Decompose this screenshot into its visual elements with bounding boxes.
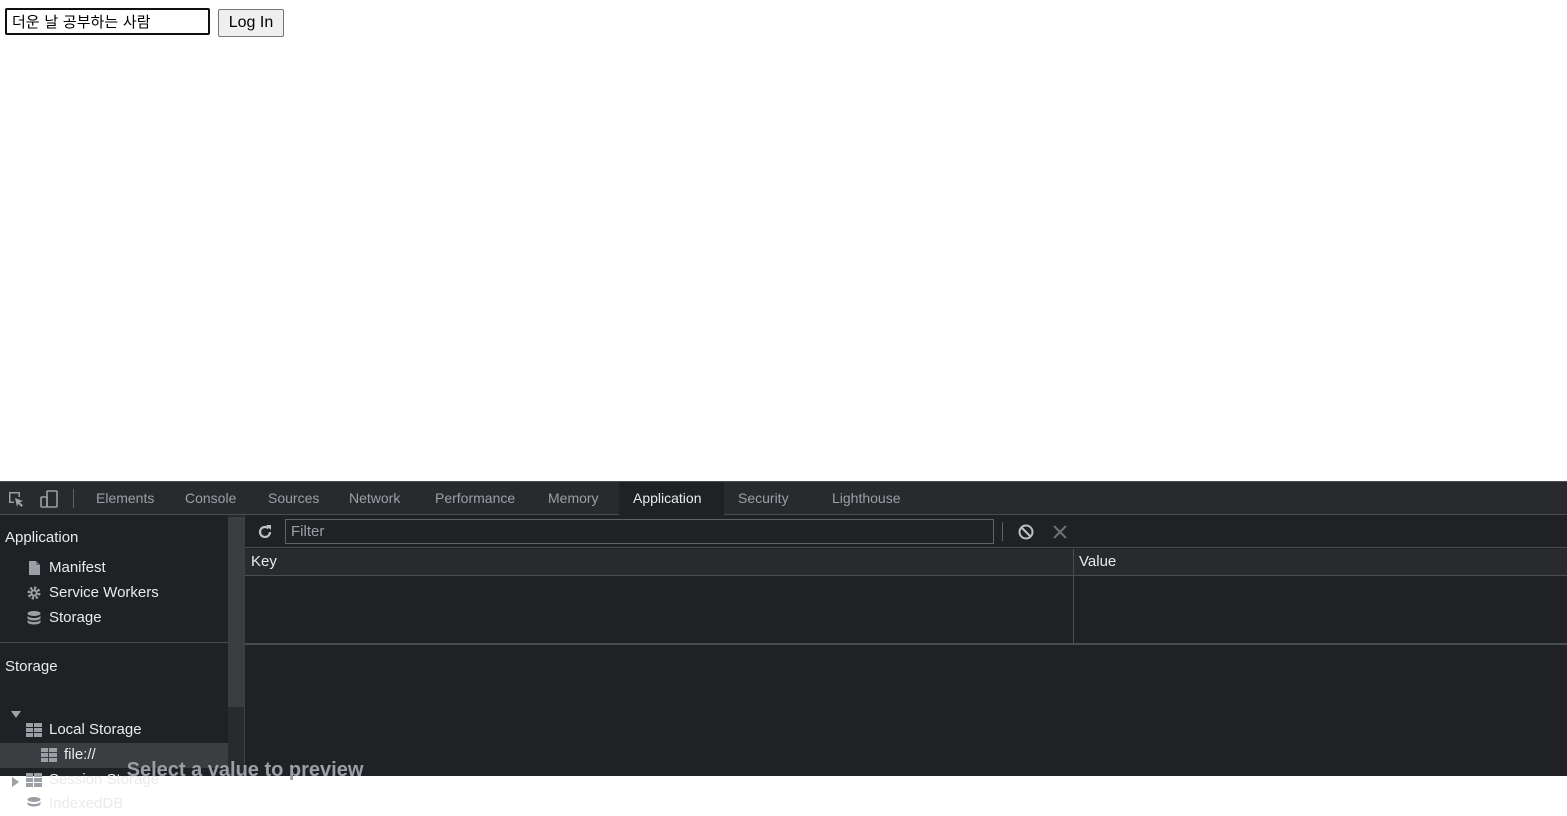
clear-all-icon[interactable] (1017, 523, 1035, 541)
devtools-panel: Elements Console Sources Network Perform… (0, 481, 1567, 812)
sidebar-item-label: IndexedDB (49, 795, 124, 812)
tab-performance[interactable]: Performance (421, 482, 529, 515)
sidebar-divider (0, 642, 228, 643)
tab-lighthouse[interactable]: Lighthouse (818, 482, 915, 515)
scrollbar-thumb[interactable] (228, 517, 244, 707)
column-divider[interactable] (1073, 549, 1074, 643)
tab-memory[interactable]: Memory (534, 482, 613, 515)
tab-security[interactable]: Security (724, 482, 803, 515)
database-icon (27, 797, 41, 807)
sidebar-scrollbar[interactable] (228, 515, 245, 776)
tab-elements[interactable]: Elements (82, 482, 168, 515)
split-divider[interactable] (245, 643, 1567, 645)
database-icon (27, 611, 41, 625)
refresh-icon[interactable] (256, 523, 274, 541)
tab-network[interactable]: Network (335, 482, 414, 515)
device-toolbar-icon[interactable] (39, 489, 59, 509)
login-button[interactable]: Log In (218, 9, 284, 37)
sidebar-section-storage: Storage (5, 658, 58, 675)
document-icon (29, 561, 40, 575)
sidebar-item-label: Service Workers (49, 584, 159, 601)
devtools-tab-bar: Elements Console Sources Network Perform… (0, 481, 1567, 515)
sidebar-item-label: Manifest (49, 559, 106, 576)
tab-sources[interactable]: Sources (254, 482, 333, 515)
table-icon (26, 723, 42, 737)
toolbar-divider (1002, 522, 1003, 541)
sidebar-item-label: Local Storage (49, 721, 142, 738)
application-sidebar: Application Manifest Service Workers Sto… (0, 515, 228, 812)
gear-icon (27, 586, 41, 600)
delete-selected-icon[interactable] (1051, 523, 1069, 541)
filter-input[interactable] (285, 519, 994, 544)
column-header-value[interactable]: Value (1073, 549, 1116, 575)
sidebar-item-label: Storage (49, 609, 102, 626)
expand-triangle-icon[interactable] (11, 711, 21, 718)
name-input[interactable] (5, 8, 210, 35)
preview-placeholder: Select a value to preview (126, 759, 364, 781)
storage-view: Key Value Select a value to preview (127, 515, 1567, 781)
sidebar-section-application: Application (5, 529, 79, 546)
data-grid-header: Key Value (245, 549, 1567, 576)
page-content: Log In (0, 0, 1567, 481)
inspect-element-icon[interactable] (6, 489, 26, 509)
toolbar-divider (73, 489, 74, 508)
tab-console[interactable]: Console (171, 482, 250, 515)
tab-application[interactable]: Application (619, 482, 724, 515)
column-header-key[interactable]: Key (245, 549, 277, 575)
storage-toolbar (245, 515, 1567, 548)
